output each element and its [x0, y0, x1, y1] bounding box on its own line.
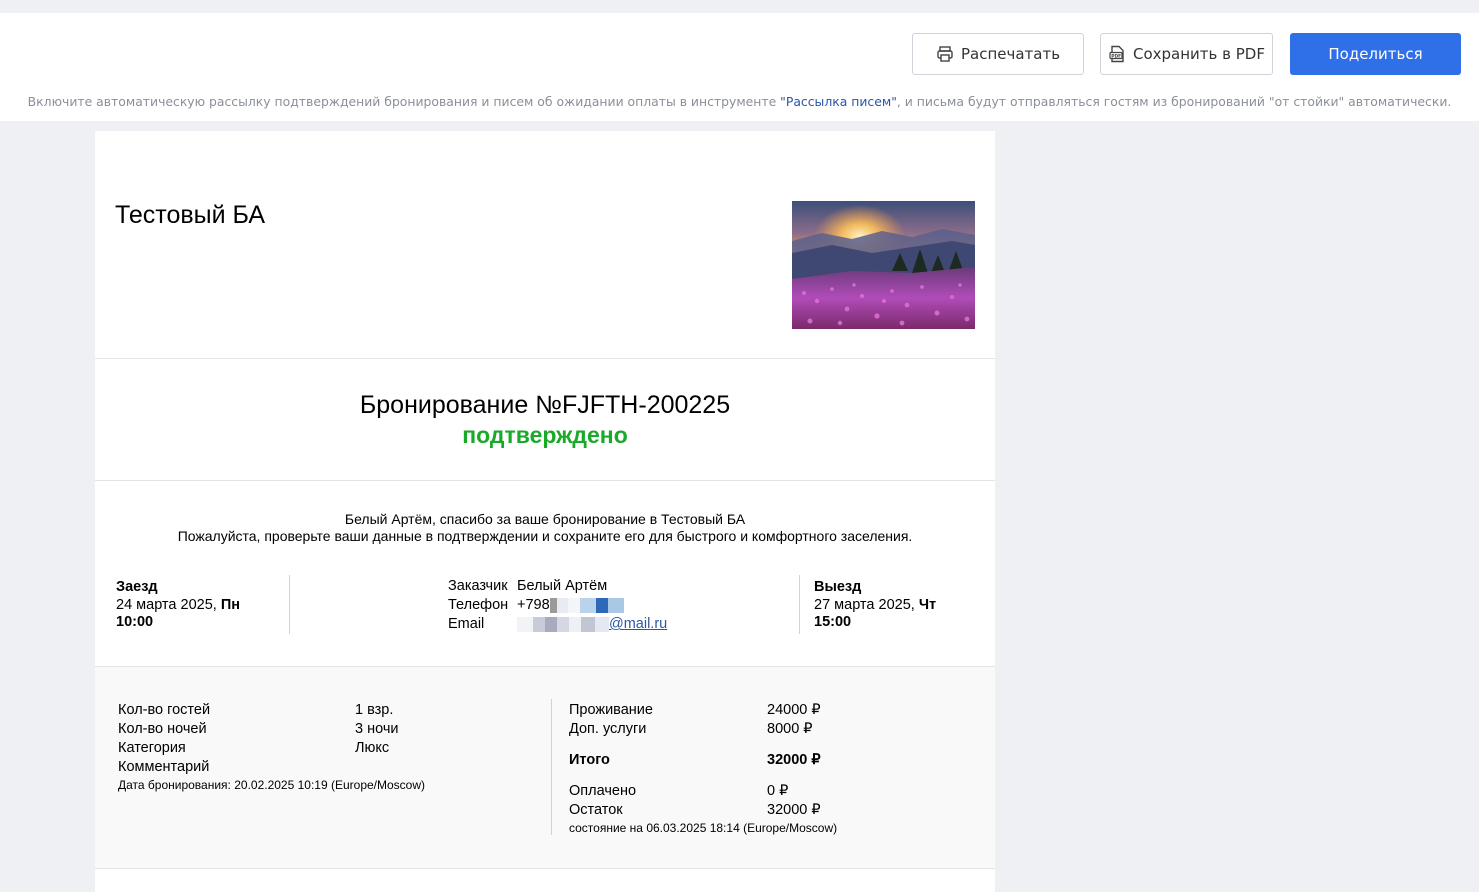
check-in-time: 10:00	[116, 614, 154, 630]
balance-label: Остаток	[569, 802, 623, 818]
phone-label: Телефон	[448, 597, 509, 613]
balance-state-note: состояние на 06.03.2025 18:14 (Europe/Mo…	[569, 821, 838, 835]
toolbar: Распечатать PDF Сохранить в PDF Поделить…	[0, 13, 1479, 121]
print-button-label: Распечатать	[960, 45, 1061, 63]
nights-value: 3 ночи	[355, 721, 399, 737]
confirmation-document: Тестовый БА Бронирование №FJFTH-200225 п…	[95, 131, 995, 892]
check-in-date: 24 марта 2025,	[116, 596, 221, 613]
check-out-label: Выезд	[814, 579, 862, 595]
share-button[interactable]: Поделиться	[1290, 33, 1461, 75]
stay-details: Кол-во гостей 1 взр. Кол-во ночей 3 ночи К…	[118, 701, 425, 793]
check-in-label: Заезд	[116, 579, 158, 595]
redacted-email	[517, 616, 609, 632]
nights-label: Кол-во ночей	[118, 721, 207, 737]
check-out-weekday: Чт	[918, 596, 937, 613]
email-label: Email	[448, 616, 485, 632]
phone-value: +798	[517, 597, 550, 613]
hotel-name: Тестовый БА	[115, 201, 266, 229]
pdf-file-icon: PDF	[1109, 45, 1124, 63]
balance-value: 32000 ₽	[767, 802, 821, 818]
booking-summary: Кол-во гостей 1 взр. Кол-во ночей 3 ночи К…	[95, 666, 995, 869]
paid-value: 0 ₽	[767, 783, 789, 799]
mailing-hint: Включите автоматическую рассылку подтвер…	[27, 94, 1452, 109]
divider	[799, 575, 800, 634]
divider	[289, 575, 290, 634]
paid-label: Оплачено	[569, 783, 637, 799]
booking-number: Бронирование №FJFTH-200225	[359, 391, 731, 419]
save-pdf-button-label: Сохранить в PDF	[1133, 45, 1265, 63]
mailing-tool-link[interactable]: "Рассылка писем"	[780, 94, 897, 109]
thank-you-message: Белый Артём, спасибо за ваше бронировани…	[95, 511, 995, 544]
print-button[interactable]: Распечатать	[912, 33, 1084, 75]
booking-title-block: Бронирование №FJFTH-200225 подтверждено	[95, 360, 995, 481]
document-header: Тестовый БА	[95, 131, 995, 359]
thank-you-line: Белый Артём, спасибо за ваше бронировани…	[344, 511, 746, 527]
divider	[551, 699, 552, 835]
customer-name: Белый Артём	[517, 578, 608, 594]
total-value: 32000 ₽	[767, 752, 821, 768]
stay-cost-value: 24000 ₽	[767, 702, 821, 718]
printer-icon	[937, 46, 953, 62]
category-value: Люкс	[355, 740, 390, 756]
booking-date: Дата бронирования: 20.02.2025 10:19 (Eur…	[118, 778, 426, 792]
payment-details: Проживание 24000 ₽ Доп. услуги 8000 ₽ Итог…	[569, 701, 837, 836]
booking-status: подтверждено	[462, 422, 628, 448]
svg-text:PDF: PDF	[1111, 53, 1121, 59]
check-out-time: 15:00	[814, 614, 852, 630]
total-label: Итого	[569, 752, 610, 768]
redacted-phone	[549, 597, 624, 613]
email-link[interactable]: @mail.ru	[609, 616, 667, 632]
category-label: Категория	[118, 740, 186, 756]
hotel-photo	[792, 201, 975, 329]
extras-label: Доп. услуги	[569, 721, 647, 737]
guests-value: 1 взр.	[355, 702, 394, 718]
guests-label: Кол-во гостей	[118, 702, 211, 718]
comment-label: Комментарий	[118, 759, 210, 775]
extras-value: 8000 ₽	[767, 721, 813, 737]
stay-cost-label: Проживание	[569, 702, 653, 718]
check-out-date: 27 марта 2025,	[814, 596, 919, 613]
check-in-weekday: Пн	[220, 596, 241, 613]
check-in-block: Заезд 24 марта 2025, Пн 10:00	[116, 579, 286, 632]
check-data-line: Пожалуйста, проверьте ваши данные в подт…	[177, 527, 913, 544]
customer-block: Заказчик Белый Артём Телефон +798 Email @ma…	[448, 577, 667, 634]
check-out-block: Выезд 27 марта 2025, Чт 15:00	[814, 579, 984, 632]
save-pdf-button[interactable]: PDF Сохранить в PDF	[1100, 33, 1273, 75]
customer-label: Заказчик	[448, 578, 508, 594]
top-strip	[0, 0, 1479, 13]
